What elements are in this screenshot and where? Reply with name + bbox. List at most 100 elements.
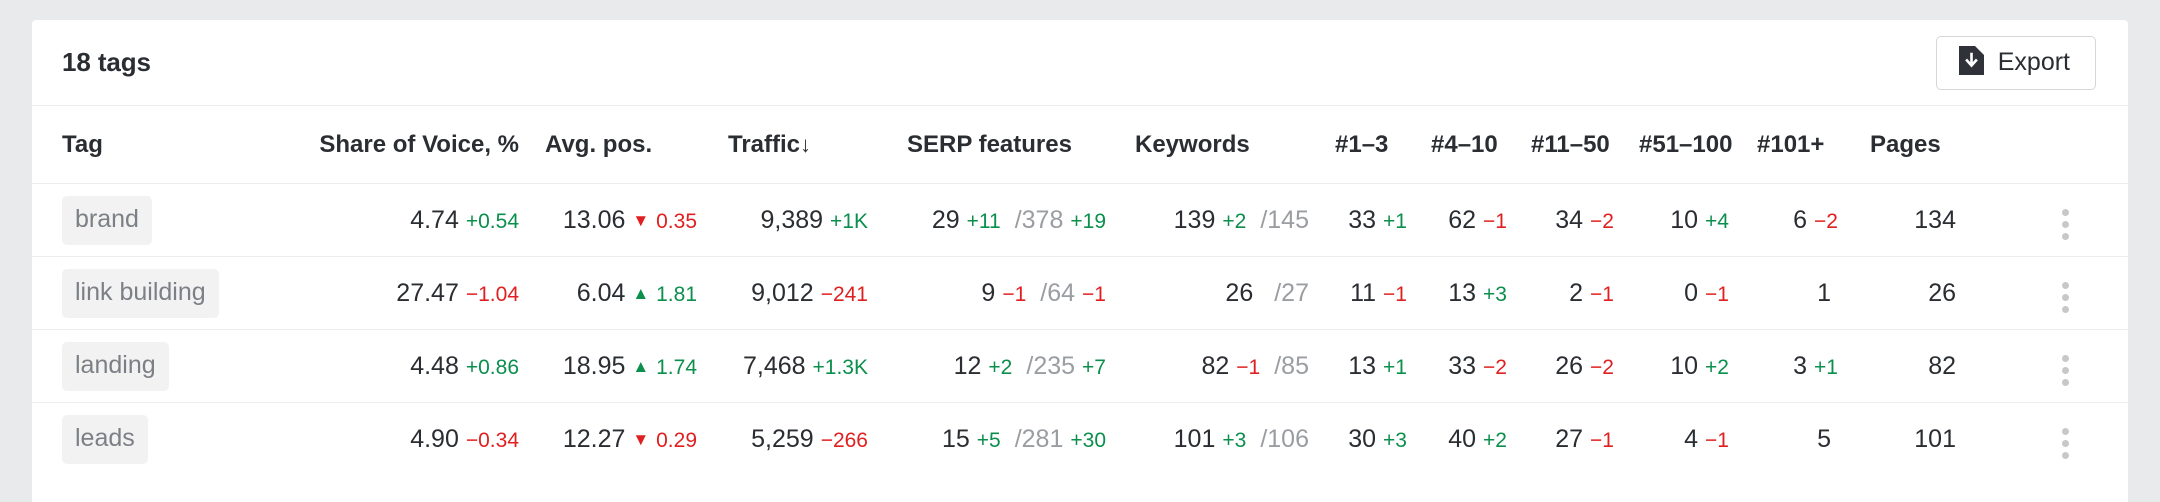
table-row[interactable]: leads 4.90 −0.34 12.27 ▼ 0.29 5,259 −266 15 … <box>32 402 2128 476</box>
cell-keywords: 139 +2 /145 <box>1112 184 1317 257</box>
table-row[interactable]: landing 4.48 +0.86 18.95 ▲ 1.74 7,468 +1.3K… <box>32 329 2128 403</box>
rank-101-plus-value: 3 <box>1793 351 1808 380</box>
serp-features-total: /281 <box>1014 424 1064 453</box>
cell-rank-51-100: 4 −1 <box>1627 402 1747 476</box>
table-row[interactable]: brand 4.74 +0.54 13.06 ▼ 0.35 9,389 +1K 29 +… <box>32 184 2128 257</box>
avg-pos-delta: 0.35 <box>656 209 697 233</box>
serp-features-total-delta: +19 <box>1070 209 1106 233</box>
column-header-share-of-voice[interactable]: Share of Voice, % <box>297 106 527 184</box>
avg-pos-value: 6.04 <box>576 278 626 307</box>
cell-avg-pos: 6.04 ▲ 1.81 <box>527 256 702 330</box>
tag-chip[interactable]: leads <box>62 414 148 464</box>
cell-share-of-voice: 4.90 −0.34 <box>297 402 527 476</box>
share-of-voice-value: 27.47 <box>396 278 459 307</box>
column-header-rank-4-10[interactable]: #4–10 <box>1417 106 1517 184</box>
table-row[interactable]: link building 27.47 −1.04 6.04 ▲ 1.81 9,012… <box>32 256 2128 330</box>
share-of-voice-value: 4.74 <box>410 205 459 234</box>
row-actions-menu-icon[interactable] <box>2056 203 2075 246</box>
rank-51-100-value: 10 <box>1670 351 1699 380</box>
column-header-avg-pos[interactable]: Avg. pos. <box>527 106 702 184</box>
rank-11-50-value: 34 <box>1555 205 1584 234</box>
share-of-voice-delta: +0.54 <box>465 209 519 233</box>
serp-features-delta: +5 <box>976 428 1001 452</box>
table-header-row: Tag Share of Voice, % Avg. pos. Traffic↓… <box>32 106 2128 184</box>
cell-rank-101-plus: 5 <box>1747 402 1852 476</box>
serp-features-total-delta: +7 <box>1082 355 1106 379</box>
keywords-value: 139 <box>1173 205 1216 234</box>
rank-4-10-value: 33 <box>1448 351 1477 380</box>
cell-traffic: 9,012 −241 <box>702 256 877 330</box>
table-body: brand 4.74 +0.54 13.06 ▼ 0.35 9,389 +1K 29 +… <box>32 184 2128 476</box>
keywords-total: /106 <box>1260 424 1309 453</box>
rank-11-50-value: 26 <box>1555 351 1584 380</box>
column-header-rank-51-100[interactable]: #51–100 <box>1627 106 1747 184</box>
cell-rank-1-3: 13 +1 <box>1317 329 1417 403</box>
cell-rank-4-10: 13 +3 <box>1417 256 1517 330</box>
cell-rank-4-10: 40 +2 <box>1417 402 1517 476</box>
tag-chip[interactable]: link building <box>62 268 219 318</box>
avg-pos-value: 13.06 <box>562 205 626 234</box>
cell-rank-11-50: 26 −2 <box>1517 329 1627 403</box>
export-button[interactable]: Export <box>1935 35 2096 90</box>
serp-features-delta: +11 <box>966 209 1001 233</box>
cell-rank-4-10: 62 −1 <box>1417 184 1517 257</box>
traffic-value: 5,259 <box>751 424 814 453</box>
column-header-rank-11-50[interactable]: #11–50 <box>1517 106 1627 184</box>
cell-tag: brand <box>32 184 297 257</box>
row-actions-menu-icon[interactable] <box>2056 422 2075 465</box>
keywords-total: /85 <box>1274 351 1309 380</box>
rank-101-plus-delta: −2 <box>1814 209 1838 233</box>
cell-pages: 134 <box>1852 184 2002 257</box>
keywords-value: 82 <box>1201 351 1230 380</box>
rank-51-100-delta: +4 <box>1705 209 1729 233</box>
rank-4-10-delta: −2 <box>1483 355 1507 379</box>
cell-share-of-voice: 27.47 −1.04 <box>297 256 527 330</box>
row-actions-menu-icon[interactable] <box>2056 349 2075 392</box>
rank-11-50-delta: −1 <box>1590 428 1614 452</box>
column-header-traffic[interactable]: Traffic↓ <box>702 106 877 184</box>
tag-chip[interactable]: landing <box>62 341 169 391</box>
cell-tag: landing <box>32 329 297 403</box>
tag-chip[interactable]: brand <box>62 195 152 245</box>
rank-101-plus-value: 6 <box>1793 205 1808 234</box>
avg-pos-value: 18.95 <box>562 351 626 380</box>
serp-features-total: /64 <box>1040 278 1076 307</box>
page-background: 18 tags Export Tag Share of Voice, % Avg… <box>0 0 2160 502</box>
cell-avg-pos: 12.27 ▼ 0.29 <box>527 402 702 476</box>
cell-rank-51-100: 10 +2 <box>1627 329 1747 403</box>
cell-serp-features: 15 +5 /281 +30 <box>877 402 1112 476</box>
cell-tag: leads <box>32 402 297 476</box>
serp-features-total: /378 <box>1014 205 1064 234</box>
traffic-value: 9,389 <box>760 205 824 234</box>
cell-rank-4-10: 33 −2 <box>1417 329 1517 403</box>
column-header-actions <box>2002 106 2128 184</box>
avg-pos-trend-icon: ▼ <box>632 210 650 230</box>
cell-rank-51-100: 10 +4 <box>1627 184 1747 257</box>
column-header-serp-features[interactable]: SERP features <box>877 106 1112 184</box>
rank-11-50-value: 2 <box>1569 278 1584 307</box>
column-header-tag[interactable]: Tag <box>32 106 297 184</box>
cell-pages: 26 <box>1852 256 2002 330</box>
rank-1-3-value: 11 <box>1350 278 1377 307</box>
row-actions-menu-icon[interactable] <box>2056 276 2075 319</box>
column-header-pages[interactable]: Pages <box>1852 106 2002 184</box>
tags-table: Tag Share of Voice, % Avg. pos. Traffic↓… <box>32 106 2128 476</box>
column-header-rank-101-plus[interactable]: #101+ <box>1747 106 1852 184</box>
column-header-keywords[interactable]: Keywords <box>1112 106 1317 184</box>
column-header-rank-1-3[interactable]: #1–3 <box>1317 106 1417 184</box>
cell-actions <box>2002 256 2128 330</box>
